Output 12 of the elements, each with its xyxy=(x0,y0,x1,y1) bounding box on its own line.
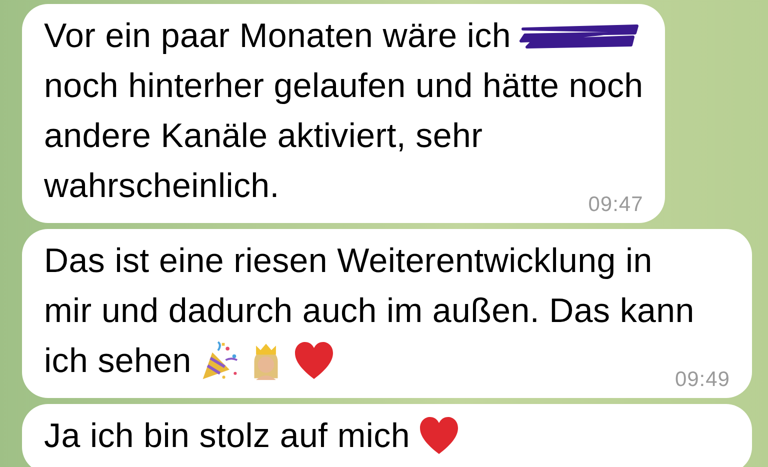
heart-icon xyxy=(293,341,336,381)
message-text: wahrscheinlich. xyxy=(44,166,280,206)
message-text: ich sehen xyxy=(44,342,192,380)
message-text: Ja ich bin stolz auf mich xyxy=(44,416,410,456)
message-text: mir und dadurch auch im außen. Das kann xyxy=(44,292,694,330)
message-time: 09:47 xyxy=(587,193,644,217)
message-text: Vor ein paar Monaten wäre ich xyxy=(44,16,511,56)
message-text: noch hinterher gelaufen und hätte noch xyxy=(44,66,644,106)
heart-icon xyxy=(418,416,460,456)
message-time: 09:49 xyxy=(674,368,730,392)
message-text: Das ist eine riesen Weiterentwicklung in xyxy=(44,242,652,280)
message-text: andere Kanäle aktiviert, sehr xyxy=(44,116,483,156)
